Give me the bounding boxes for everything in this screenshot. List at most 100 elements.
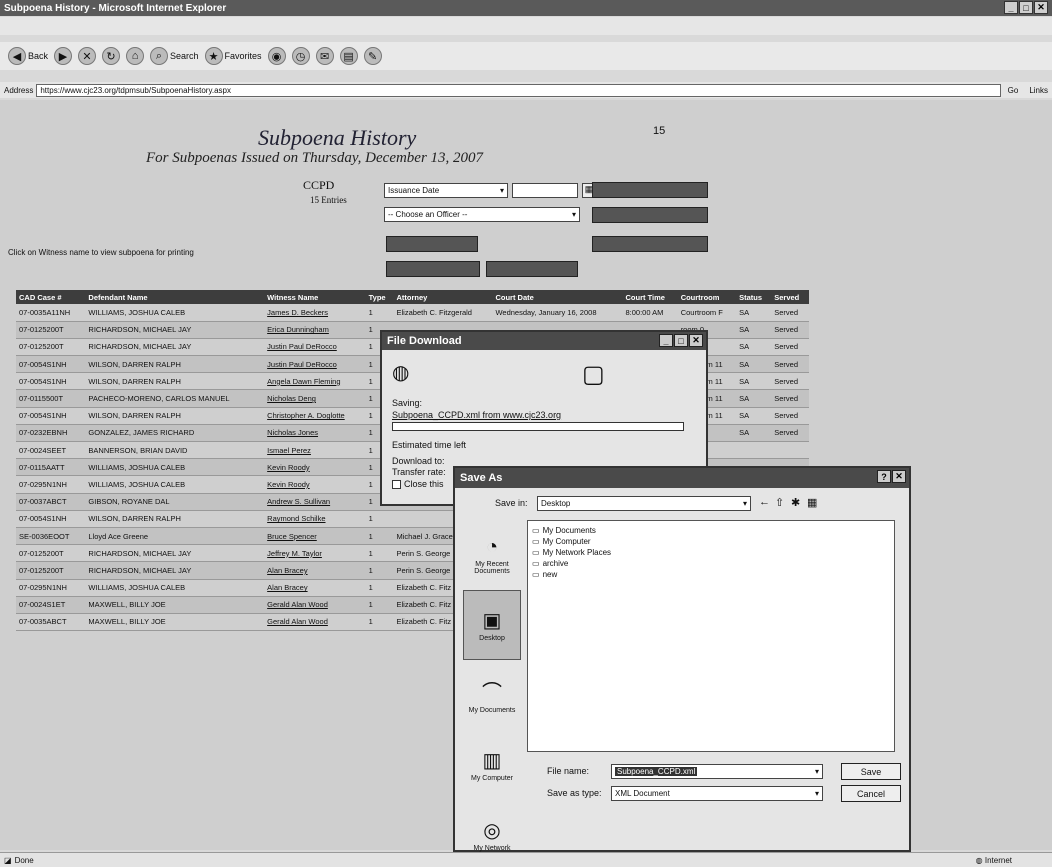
place-recent-documents[interactable]: ◔ My Recent Documents xyxy=(463,520,521,590)
column-header[interactable]: Attorney xyxy=(393,290,493,304)
witness-link[interactable]: Justin Paul DeRocco xyxy=(264,355,366,374)
witness-link[interactable]: Jeffrey M. Taylor xyxy=(264,544,366,563)
place-my-computer[interactable]: ▥ My Computer xyxy=(463,730,521,800)
help-button[interactable]: ? xyxy=(877,470,891,483)
column-header[interactable]: Witness Name xyxy=(264,290,366,304)
table-cell: MAXWELL, BILLY JOE xyxy=(85,596,265,614)
witness-link[interactable]: Alan Bracey xyxy=(264,579,366,597)
back-icon[interactable]: ← xyxy=(759,496,770,508)
save-type-select[interactable]: XML Document ▾ xyxy=(611,786,823,801)
view-menu-icon[interactable]: ▦ xyxy=(807,496,817,509)
minimize-button[interactable]: _ xyxy=(659,334,673,347)
close-when-done-checkbox[interactable]: Close this xyxy=(392,479,444,489)
desktop-icon: ▣ xyxy=(482,610,502,632)
column-header[interactable]: Type xyxy=(365,290,394,304)
column-header[interactable]: Courtroom xyxy=(677,290,737,304)
column-header[interactable]: CAD Case # xyxy=(16,290,86,304)
list-item[interactable]: ▭ My Computer xyxy=(532,536,890,547)
save-as-dialog: Save As ? ✕ Save in: Desktop ▾ ← ⇧ ✱ ▦ ◔ My… xyxy=(453,466,911,852)
cancel-button[interactable]: Cancel xyxy=(841,785,901,802)
links-label[interactable]: Links xyxy=(1029,86,1048,95)
witness-link[interactable]: Gerald Alan Wood xyxy=(264,613,366,632)
print-all-button[interactable] xyxy=(386,236,478,252)
table-cell: Served xyxy=(771,338,809,357)
column-header[interactable]: Court Date xyxy=(492,290,623,304)
up-folder-icon[interactable]: ⇧ xyxy=(775,496,784,509)
go-button[interactable]: Go xyxy=(1008,86,1019,95)
witness-link[interactable]: James D. Beckers xyxy=(264,304,366,322)
print-button[interactable]: ▤ xyxy=(339,47,358,65)
table-cell: Served xyxy=(771,304,809,322)
favorites-button[interactable]: ★ Favorites xyxy=(204,47,262,65)
refresh-list-button[interactable] xyxy=(592,182,708,198)
save-in-select[interactable]: Desktop ▾ xyxy=(537,496,751,511)
witness-link[interactable]: Bruce Spencer xyxy=(264,527,366,546)
file-name-input[interactable]: Subpoena_CCPD.xml ▾ xyxy=(611,764,823,779)
save-titlebar: Save As ? ✕ xyxy=(455,468,909,488)
close-button[interactable]: ✕ xyxy=(689,334,703,347)
witness-link[interactable]: Raymond Schilke xyxy=(264,510,366,528)
witness-link[interactable]: Erica Dunningham xyxy=(264,321,366,339)
download-progress xyxy=(392,422,684,431)
table-cell: 07-0035ABCT xyxy=(16,613,86,632)
history-button[interactable]: ◷ xyxy=(291,47,310,65)
witness-link[interactable]: Andrew S. Sullivan xyxy=(264,493,366,511)
table-cell: Courtroom F xyxy=(677,304,737,322)
transfer-rate-label: Transfer rate: xyxy=(392,467,446,477)
close-button[interactable]: ✕ xyxy=(892,470,906,483)
maximize-button[interactable]: □ xyxy=(1019,1,1033,14)
column-header[interactable]: Defendant Name xyxy=(85,290,265,304)
date-type-select[interactable]: Issuance Date ▾ xyxy=(384,183,508,198)
new-folder-icon[interactable]: ✱ xyxy=(791,496,800,509)
place-desktop[interactable]: ▣ Desktop xyxy=(463,590,521,660)
witness-link[interactable]: Kevin Roody xyxy=(264,458,366,477)
chevron-down-icon: ▾ xyxy=(742,499,747,508)
witness-link[interactable]: Kevin Roody xyxy=(264,475,366,494)
list-item[interactable]: ▭ new xyxy=(532,569,890,580)
address-input[interactable]: https://www.cjc23.org/tdpmsub/SubpoenaHi… xyxy=(36,83,1001,97)
refresh-button[interactable]: ↻ xyxy=(102,47,121,65)
date-input[interactable] xyxy=(512,183,578,198)
previous-day-button[interactable] xyxy=(386,261,480,277)
column-header[interactable]: Served xyxy=(771,290,809,304)
list-item[interactable]: ▭ My Network Places xyxy=(532,547,890,558)
maximize-button[interactable]: □ xyxy=(674,334,688,347)
witness-link[interactable]: Angela Dawn Fleming xyxy=(264,372,366,391)
close-button[interactable]: ✕ xyxy=(1034,1,1048,14)
table-cell: 07-0035A11NH xyxy=(16,304,86,322)
list-item[interactable]: ▭ My Documents xyxy=(532,525,890,536)
officer-select[interactable]: -- Choose an Officer -- ▾ xyxy=(384,207,580,222)
edit-button[interactable]: ✎ xyxy=(363,47,382,65)
witness-link[interactable]: Gerald Alan Wood xyxy=(264,596,366,614)
stop-button[interactable]: ✕ xyxy=(78,47,97,65)
place-label: My Documents xyxy=(468,707,516,714)
column-header[interactable]: Court Time xyxy=(622,290,678,304)
forward-button[interactable]: ▶ xyxy=(54,47,73,65)
witness-link[interactable]: Alan Bracey xyxy=(264,561,366,580)
witness-link[interactable]: Nicholas Jones xyxy=(264,424,366,443)
home-button[interactable]: ⌂ xyxy=(126,47,145,65)
table-cell: 1 xyxy=(365,613,394,632)
media-button[interactable]: ◉ xyxy=(267,47,286,65)
witness-link[interactable]: Christopher A. Doglotte xyxy=(264,407,366,425)
column-header[interactable]: Status xyxy=(736,290,772,304)
table-cell: GIBSON, ROYANE DAL xyxy=(85,493,265,511)
export-button[interactable] xyxy=(592,236,708,252)
mail-button[interactable]: ✉ xyxy=(315,47,334,65)
back-button[interactable]: ◀ Back xyxy=(8,47,48,65)
minimize-button[interactable]: _ xyxy=(1004,1,1018,14)
table-cell: 07-0115500T xyxy=(16,389,86,408)
table-cell: SA xyxy=(736,424,772,443)
save-title: Save As xyxy=(460,472,503,484)
download-titlebar: File Download _ □ ✕ xyxy=(382,332,706,350)
save-button[interactable]: Save xyxy=(841,763,901,780)
place-my-documents[interactable]: ⌒ My Documents xyxy=(463,660,521,730)
witness-link[interactable]: Nicholas Deng xyxy=(264,389,366,408)
next-day-button[interactable] xyxy=(486,261,578,277)
witness-link[interactable]: Ismael Perez xyxy=(264,441,366,460)
list-item[interactable]: ▭ archive xyxy=(532,558,890,569)
table-cell xyxy=(771,441,809,460)
search-button[interactable]: ⌕ Search xyxy=(150,47,199,65)
witness-link[interactable]: Justin Paul DeRocco xyxy=(264,338,366,357)
filter-officer-button[interactable] xyxy=(592,207,708,223)
